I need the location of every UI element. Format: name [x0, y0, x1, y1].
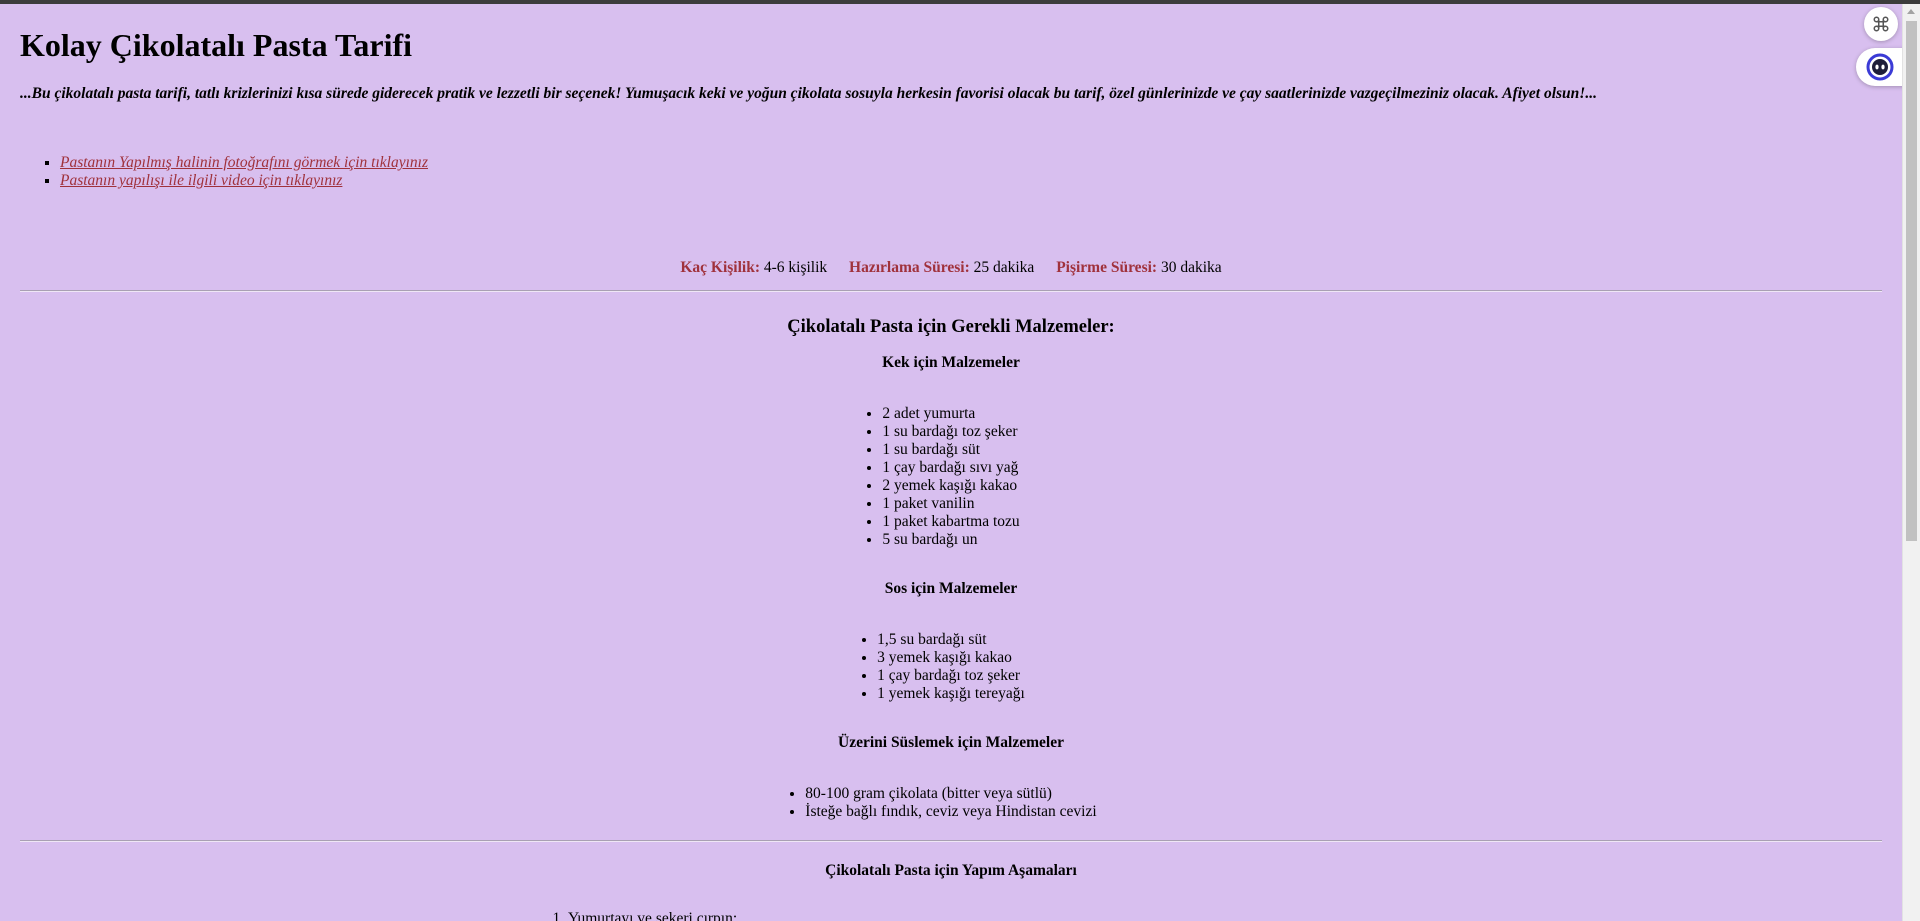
cake-ingredients-heading: Kek için Malzemeler: [882, 354, 1020, 371]
recipe-page: Kolay Çikolatalı Pasta Tarifi ...Bu çiko…: [20, 4, 1882, 921]
list-item: Yumurtayı ve şekeri çırpın;: [568, 910, 737, 921]
list-item: Pastanın Yapılmış halinin fotoğrafını gö…: [60, 154, 428, 172]
divider: [20, 290, 1882, 292]
cake-ingredient-list: 2 adet yumurta 1 su bardağı toz şeker 1 …: [882, 405, 1019, 549]
sauce-ingredients: 1,5 su bardağı süt 3 yemek kaşığı kakao …: [20, 631, 1882, 703]
scroll-up-arrow-icon[interactable]: [1907, 9, 1915, 14]
topping-ingredients-heading: Üzerini Süslemek için Malzemeler: [838, 734, 1064, 751]
list-item: 2 adet yumurta: [882, 405, 1019, 423]
steps-heading: Çikolatalı Pasta için Yapım Aşamaları: [825, 862, 1077, 879]
vertical-scrollbar[interactable]: [1902, 4, 1920, 921]
command-icon[interactable]: [1864, 7, 1898, 41]
steps-list: Yumurtayı ve şekeri çırpın;: [532, 910, 737, 921]
prep-time-value: 25 dakika: [973, 259, 1035, 276]
scrollbar-thumb[interactable]: [1906, 21, 1917, 541]
list-item: 5 su bardağı un: [882, 531, 1019, 549]
media-links: Pastanın Yapılmış halinin fotoğrafını gö…: [20, 154, 428, 190]
servings-value: 4-6 kişilik: [763, 259, 828, 276]
cook-time-value: 30 dakika: [1160, 259, 1222, 276]
prep-time-label: Hazırlama Süresi:: [849, 259, 970, 276]
list-item: Pastanın yapılışı ile ilgili video için …: [60, 172, 428, 190]
ingredients-heading: Çikolatalı Pasta için Gerekli Malzemeler…: [787, 317, 1115, 337]
prep-time: Hazırlama Süresi: 25 dakika: [849, 259, 1034, 276]
list-item: 1 su bardağı toz şeker: [882, 423, 1019, 441]
photo-link[interactable]: Pastanın Yapılmış halinin fotoğrafını gö…: [60, 154, 428, 171]
divider: [20, 840, 1882, 842]
cook-time-label: Pişirme Süresi:: [1056, 259, 1158, 276]
cook-time: Pişirme Süresi: 30 dakika: [1056, 259, 1221, 276]
list-item: 2 yemek kaşığı kakao: [882, 477, 1019, 495]
recipe-meta: Kaç Kişilik: 4-6 kişilik Hazırlama Süres…: [20, 258, 1882, 278]
servings: Kaç Kişilik: 4-6 kişilik: [680, 259, 827, 276]
servings-label: Kaç Kişilik:: [680, 259, 760, 276]
sauce-ingredient-list: 1,5 su bardağı süt 3 yemek kaşığı kakao …: [877, 631, 1025, 703]
list-item: 1,5 su bardağı süt: [877, 631, 1025, 649]
topping-ingredient-list: 80-100 gram çikolata (bitter veya sütlü)…: [805, 785, 1096, 821]
list-item: İsteğe bağlı fındık, ceviz veya Hindista…: [805, 803, 1096, 821]
list-item: 1 paket vanilin: [882, 495, 1019, 513]
list-item: 1 çay bardağı sıvı yağ: [882, 459, 1019, 477]
list-item: 1 su bardağı süt: [882, 441, 1019, 459]
recipe-intro: ...Bu çikolatalı pasta tarifi, tatlı kri…: [20, 85, 1597, 102]
cake-ingredients: 2 adet yumurta 1 su bardağı toz şeker 1 …: [20, 405, 1882, 549]
list-item: 1 paket kabartma tozu: [882, 513, 1019, 531]
topping-ingredients: 80-100 gram çikolata (bitter veya sütlü)…: [20, 785, 1882, 821]
list-item: 80-100 gram çikolata (bitter veya sütlü): [805, 785, 1096, 803]
list-item: 1 yemek kaşığı tereyağı: [877, 685, 1025, 703]
sauce-ingredients-heading: Sos için Malzemeler: [884, 580, 1018, 597]
list-item: 1 çay bardağı toz şeker: [877, 667, 1025, 685]
list-item: 3 yemek kaşığı kakao: [877, 649, 1025, 667]
page-title: Kolay Çikolatalı Pasta Tarifi: [20, 27, 413, 63]
video-link[interactable]: Pastanın yapılışı ile ilgili video için …: [60, 172, 342, 189]
